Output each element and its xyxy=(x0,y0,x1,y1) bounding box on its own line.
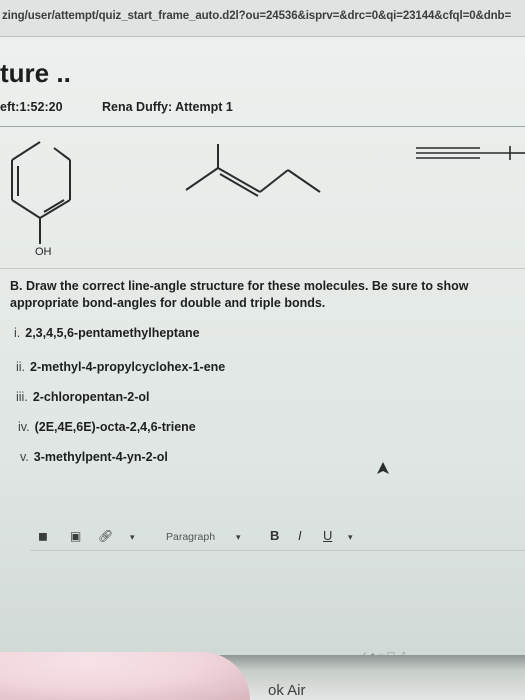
item-text: 2,3,4,5,6-pentamethylheptane xyxy=(25,326,200,340)
paragraph-format-dropdown[interactable]: Paragraph xyxy=(166,531,215,543)
item-number: i. xyxy=(14,326,21,340)
item-number: v. xyxy=(20,450,29,464)
insert-media-icon[interactable]: ▣ xyxy=(70,529,81,543)
chevron-down-icon[interactable]: ▾ xyxy=(348,532,353,543)
alkyne-structure xyxy=(416,146,525,160)
address-bar[interactable]: zing/user/attempt/quiz_start_frame_auto.… xyxy=(0,0,525,37)
italic-button[interactable]: I xyxy=(298,528,302,543)
bold-button[interactable]: B xyxy=(270,528,279,543)
phenol-structure xyxy=(11,141,71,244)
insert-link-icon[interactable]: 🔗︎ xyxy=(98,529,113,543)
item-text: 2-methyl-4-propylcyclohex-1-ene xyxy=(30,360,226,374)
page-title: ture .. xyxy=(0,58,71,88)
list-item: v. 3-methylpent-4-yn-2-ol xyxy=(20,450,168,464)
list-item: i. 2,3,4,5,6-pentamethylheptane xyxy=(14,326,200,340)
attempt-label: Rena Duffy: Attempt 1 xyxy=(102,100,233,114)
browser-screen: zing/user/attempt/quiz_start_frame_auto.… xyxy=(0,0,525,655)
editor-toolbar: ◼ ▣ 🔗︎ ▾ Paragraph ▾ B I U ▾ xyxy=(30,524,525,550)
item-text: 3-methylpent-4-yn-2-ol xyxy=(33,450,168,464)
header-divider xyxy=(0,126,525,127)
laptop-label: ok Air xyxy=(268,682,306,699)
chevron-down-icon[interactable]: ▾ xyxy=(130,532,135,543)
url-text[interactable]: zing/user/attempt/quiz_start_frame_auto.… xyxy=(2,10,511,22)
question-instruction: B. Draw the correct line-angle structure… xyxy=(10,279,469,310)
insert-image-icon[interactable]: ◼ xyxy=(38,529,48,543)
mouse-cursor-icon xyxy=(377,462,389,474)
item-text: (2E,4E,6E)-octa-2,4,6-triene xyxy=(34,420,196,434)
question-divider xyxy=(0,268,525,269)
list-item: ii. 2-methyl-4-propylcyclohex-1-ene xyxy=(16,360,225,374)
item-number: ii. xyxy=(16,360,26,374)
list-item: iv. (2E,4E,6E)-octa-2,4,6-triene xyxy=(18,420,196,434)
list-item: iii. 2-chloropentan-2-ol xyxy=(16,390,149,404)
alkene-structure xyxy=(185,144,321,197)
underline-button[interactable]: U xyxy=(323,528,332,543)
finger-foreground xyxy=(0,652,250,700)
oh-label: OH xyxy=(35,246,52,258)
item-number: iii. xyxy=(16,390,28,404)
chevron-down-icon[interactable]: ▾ xyxy=(236,532,241,543)
answer-editor[interactable] xyxy=(30,550,525,651)
time-left: eft:1:52:20 xyxy=(0,100,63,114)
item-number: iv. xyxy=(18,420,30,434)
item-text: 2-chloropentan-2-ol xyxy=(32,390,150,404)
